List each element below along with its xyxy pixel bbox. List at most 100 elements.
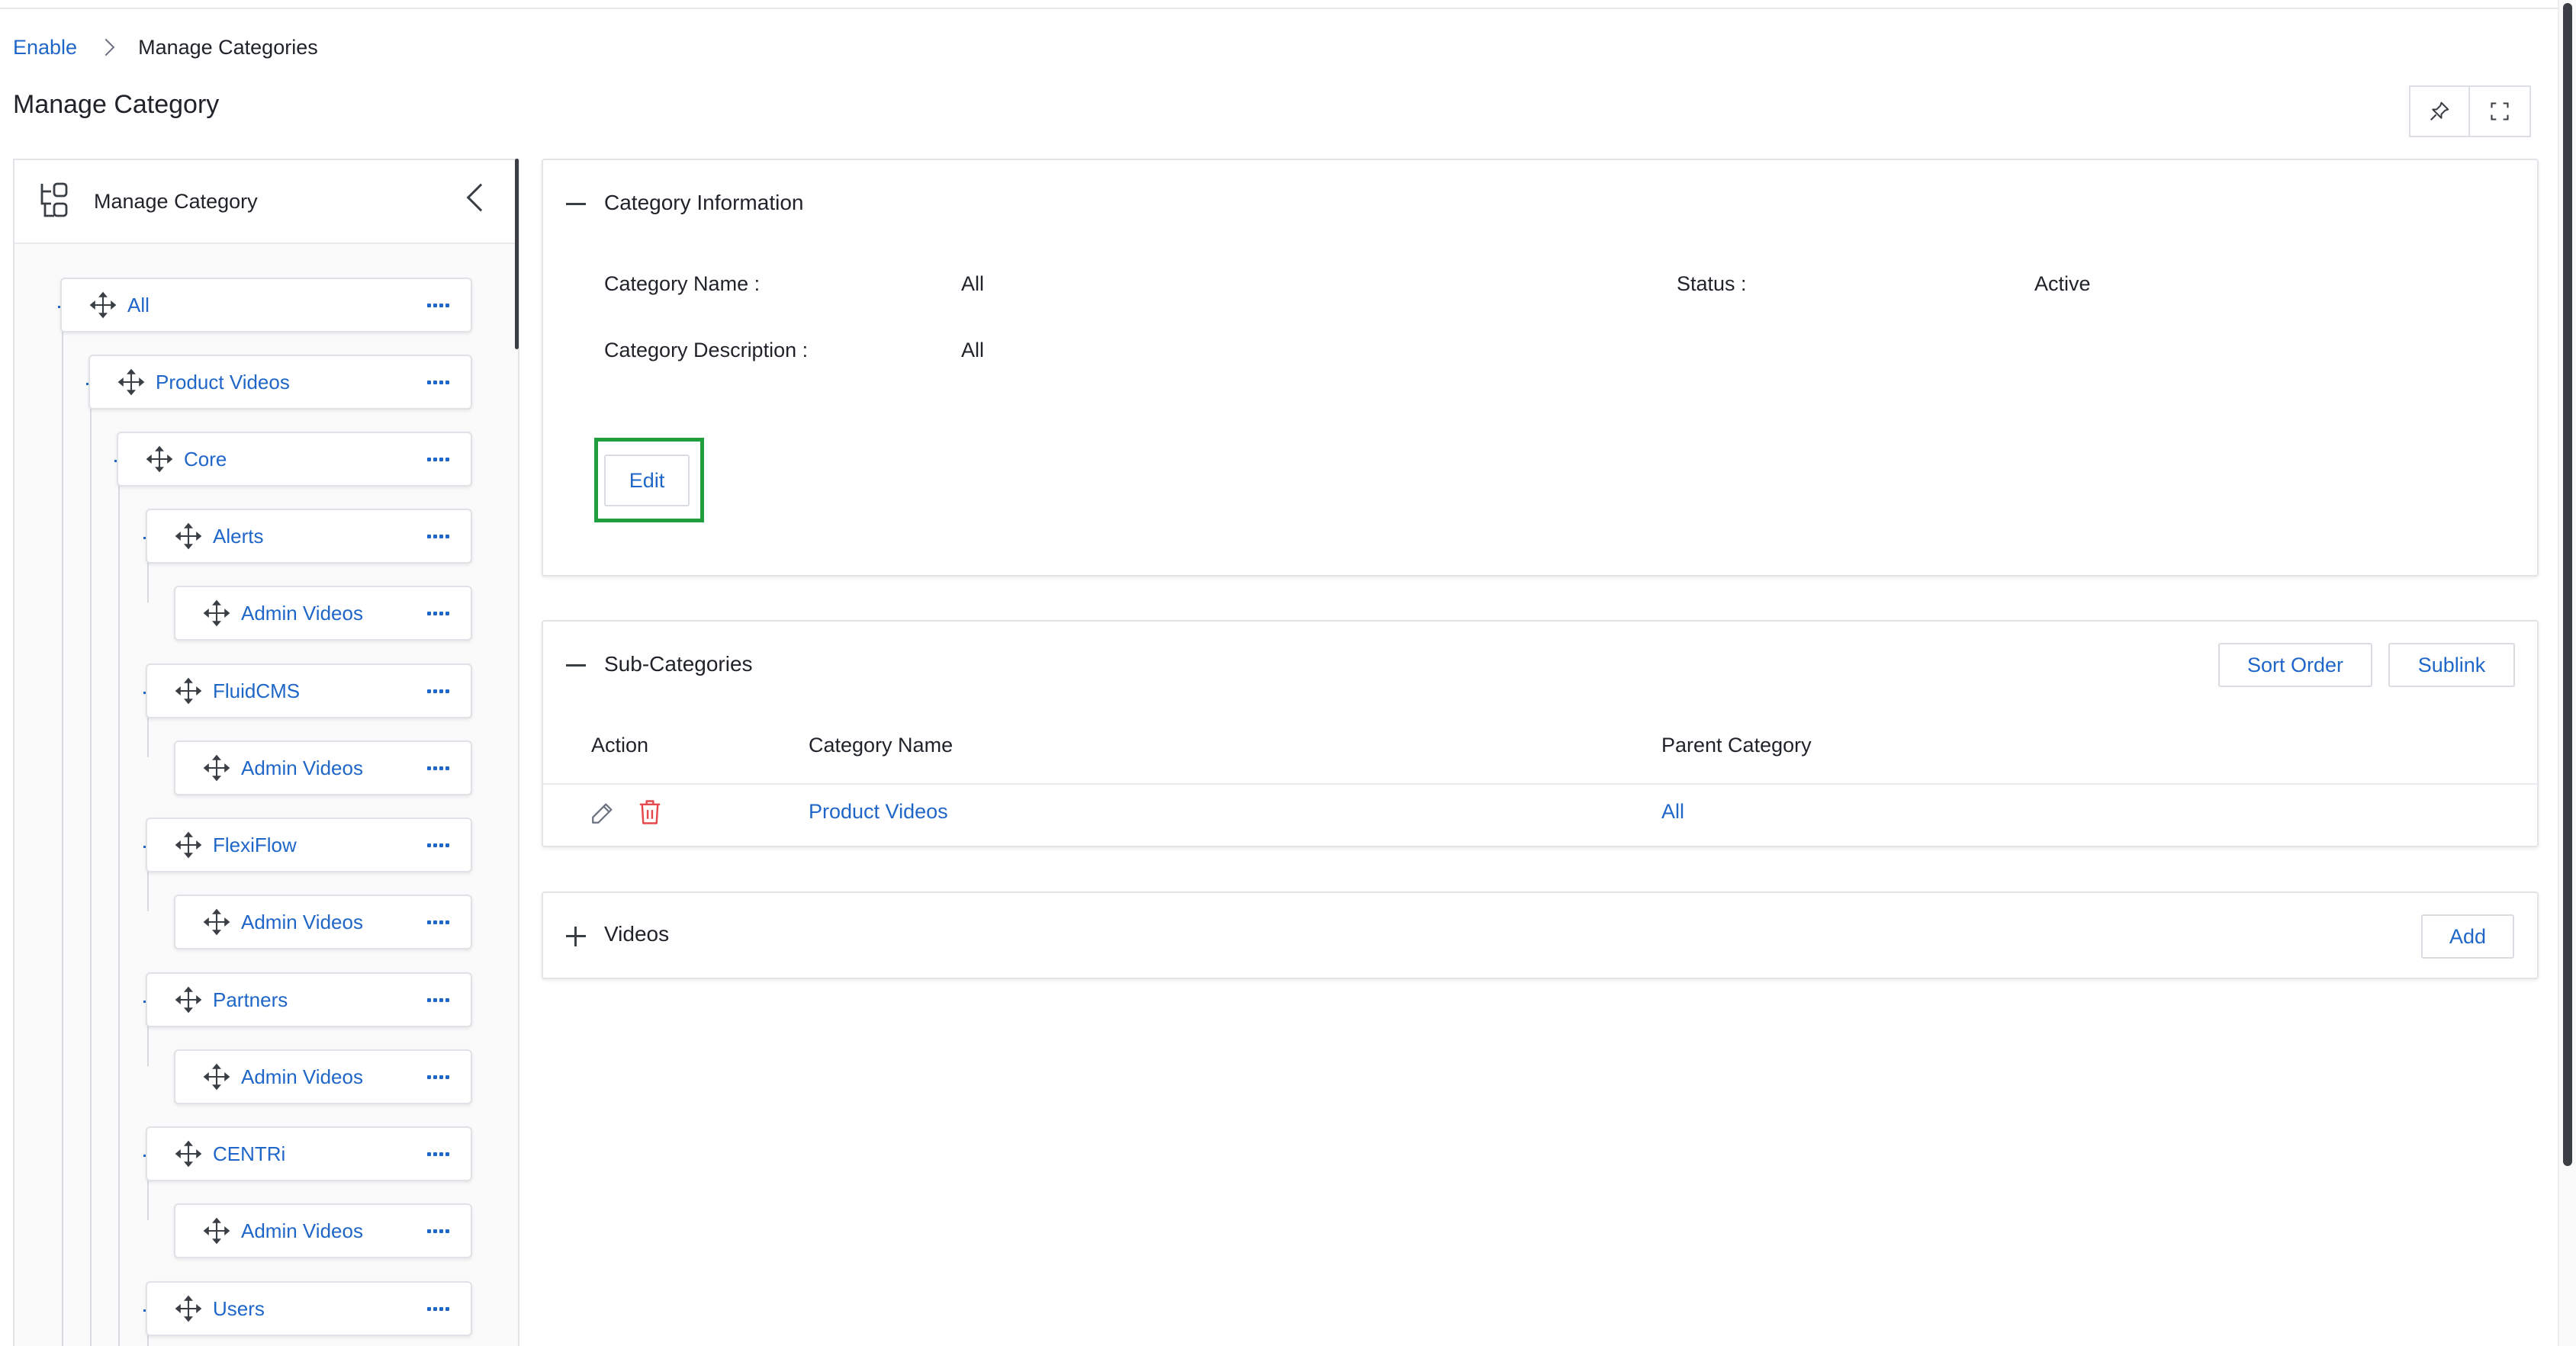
move-icon[interactable] [203, 754, 230, 782]
move-icon[interactable] [175, 1295, 202, 1322]
hierarchy-icon [40, 182, 68, 217]
table-header-divider [543, 783, 2537, 785]
move-icon[interactable] [203, 908, 230, 936]
tree-node-fluidcms[interactable]: FluidCMS [146, 663, 472, 718]
move-icon[interactable] [175, 522, 202, 550]
tree-node-alerts[interactable]: Alerts [146, 509, 472, 564]
row-category-name-link[interactable]: Product Videos [809, 800, 948, 824]
tree-connector [118, 483, 120, 1346]
tree-panel-header: Manage Category [14, 160, 518, 244]
tree-node-label: FlexiFlow [213, 833, 297, 856]
column-header-category-name: Category Name [809, 734, 954, 757]
tree-connector [147, 1177, 149, 1220]
expand-section-icon[interactable] [566, 927, 586, 946]
edit-pencil-icon[interactable] [590, 800, 616, 826]
tree-node-label: Admin Videos [241, 601, 363, 625]
page-scrollbar[interactable] [2563, 3, 2572, 1166]
status-label: Status : [1677, 272, 1747, 295]
move-icon[interactable] [203, 1063, 230, 1091]
more-icon[interactable] [427, 602, 449, 625]
column-header-action: Action [591, 734, 649, 757]
chevron-right-icon [97, 38, 115, 56]
tree-connector [90, 406, 92, 1346]
sub-categories-title: Sub-Categories [604, 652, 753, 676]
more-icon[interactable] [427, 371, 449, 394]
move-icon[interactable] [175, 1140, 202, 1168]
tree-panel-title: Manage Category [94, 189, 258, 213]
more-icon[interactable] [427, 680, 449, 702]
pin-icon [2430, 101, 2449, 120]
more-icon[interactable] [427, 834, 449, 856]
move-icon[interactable] [117, 368, 145, 396]
add-video-button[interactable]: Add [2421, 914, 2514, 959]
tree-node-flexiflow[interactable]: FlexiFlow [146, 818, 472, 872]
tree-scrollbar[interactable] [515, 159, 519, 349]
tree-node-label: All [127, 293, 150, 316]
move-icon[interactable] [175, 986, 202, 1014]
tree-connector [62, 329, 63, 1346]
delete-trash-icon[interactable] [638, 798, 662, 826]
more-icon[interactable] [427, 294, 449, 316]
top-divider [0, 8, 2558, 9]
fullscreen-button[interactable] [2470, 85, 2531, 137]
move-icon[interactable] [175, 677, 202, 705]
tree-node-label: FluidCMS [213, 679, 301, 702]
more-icon[interactable] [427, 757, 449, 779]
tree-node-users[interactable]: Users [146, 1281, 472, 1336]
more-icon[interactable] [427, 911, 449, 933]
column-header-parent-category: Parent Category [1661, 734, 1812, 757]
more-icon[interactable] [427, 525, 449, 548]
category-information-title: Category Information [604, 191, 804, 214]
tree-node-admin-videos[interactable]: Admin Videos [174, 740, 472, 795]
collapse-section-icon[interactable] [566, 664, 586, 667]
edit-button[interactable]: Edit [604, 455, 690, 506]
tree-node-label: CENTRi [213, 1142, 286, 1165]
tree-node-label: Admin Videos [241, 1219, 363, 1242]
breadcrumb: Enable Manage Categories [13, 34, 318, 61]
tree-node-label: Product Videos [156, 370, 290, 394]
tree-connector [147, 560, 149, 602]
tree-connector [147, 1023, 149, 1066]
more-icon[interactable] [427, 1298, 449, 1320]
category-description-value: All [961, 339, 985, 361]
more-icon[interactable] [427, 1143, 449, 1165]
sort-order-button[interactable]: Sort Order [2218, 643, 2372, 687]
tree-node-label: Alerts [213, 524, 264, 548]
tree-node-centri[interactable]: CENTRi [146, 1126, 472, 1181]
tree-node-core[interactable]: Core [117, 432, 472, 487]
collapse-panel-icon[interactable] [466, 183, 495, 212]
collapse-section-icon[interactable] [566, 203, 586, 205]
tree-connector [147, 869, 149, 911]
row-parent-category-link[interactable]: All [1661, 800, 1684, 824]
tree-node-label: Admin Videos [241, 910, 363, 933]
more-icon[interactable] [427, 989, 449, 1011]
move-icon[interactable] [89, 291, 117, 319]
more-icon[interactable] [427, 1220, 449, 1242]
more-icon[interactable] [427, 1066, 449, 1088]
tree-node-admin-videos[interactable]: Admin Videos [174, 1049, 472, 1104]
tree-node-admin-videos[interactable]: Admin Videos [174, 895, 472, 949]
category-tree-panel: Manage Category All Product Videos Core … [13, 159, 519, 1346]
page-actions [2409, 85, 2531, 137]
tree-connector [147, 715, 149, 757]
tree-node-label: Admin Videos [241, 756, 363, 779]
tree-node-label: Users [213, 1296, 265, 1320]
tree-node-partners[interactable]: Partners [146, 972, 472, 1027]
more-icon[interactable] [427, 448, 449, 471]
pin-button[interactable] [2409, 85, 2470, 137]
breadcrumb-current: Manage Categories [138, 35, 318, 59]
tree-node-admin-videos[interactable]: Admin Videos [174, 1203, 472, 1258]
videos-card: Videos Add [542, 891, 2539, 979]
sublink-button[interactable]: Sublink [2388, 643, 2515, 687]
tree-node-product-videos[interactable]: Product Videos [88, 355, 472, 410]
move-icon[interactable] [175, 831, 202, 859]
move-icon[interactable] [146, 445, 173, 473]
status-value: Active [2034, 272, 2091, 295]
move-icon[interactable] [203, 1217, 230, 1245]
move-icon[interactable] [203, 599, 230, 627]
category-name-label: Category Name : [604, 272, 761, 295]
tree-node-all[interactable]: All [60, 278, 472, 332]
breadcrumb-enable-link[interactable]: Enable [13, 36, 77, 59]
tree-node-admin-videos[interactable]: Admin Videos [174, 586, 472, 641]
tree-node-label: Partners [213, 988, 288, 1011]
